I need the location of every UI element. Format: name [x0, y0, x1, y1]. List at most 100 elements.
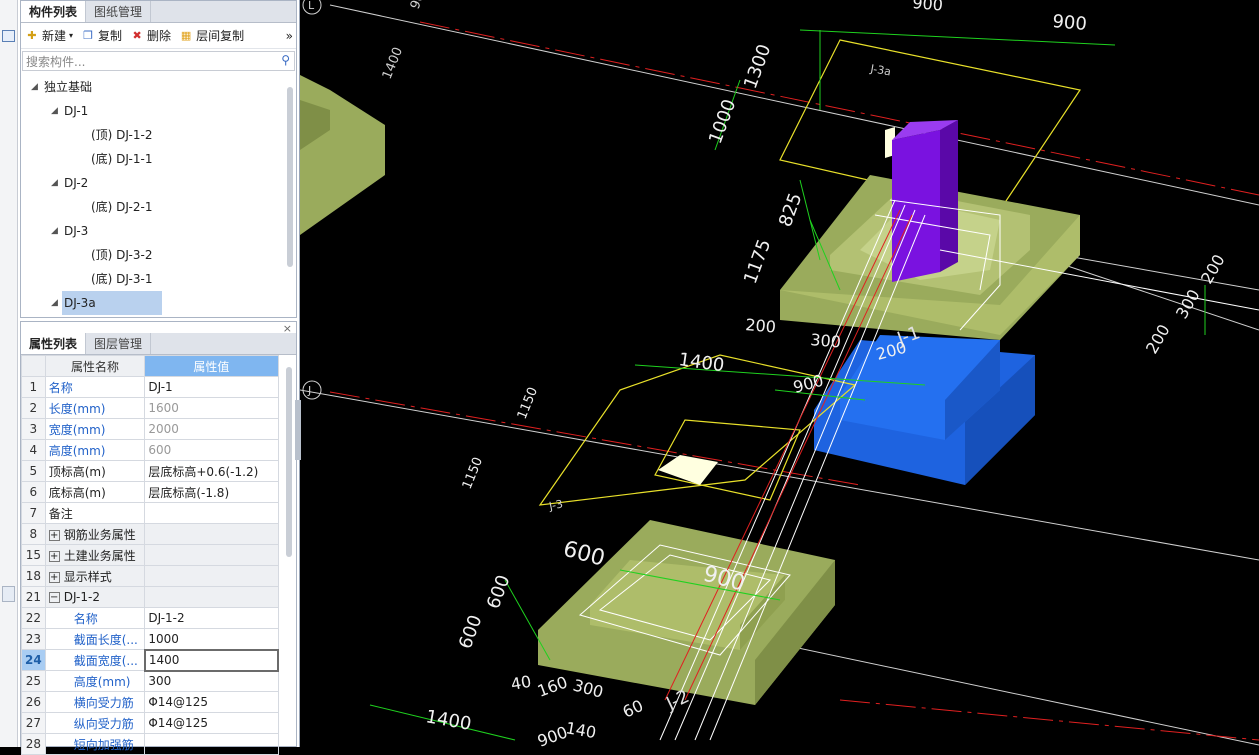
property-value[interactable]: Φ14@125 [144, 691, 279, 713]
new-label: 新建 [42, 29, 67, 43]
tab-layer-management[interactable]: 图层管理 [86, 333, 152, 354]
table-row[interactable]: 27 纵向受力筋 Φ14@125 [21, 712, 279, 734]
property-value[interactable]: 层底标高(-1.8) [144, 481, 279, 503]
expand-plus-icon[interactable]: + [48, 550, 60, 562]
copy-icon: ❐ [83, 28, 93, 42]
component-tree: ◢ 独立基础 ◢ DJ-1 (顶) DJ-1-2 (底) DJ-1-1 ◢ DJ-2 … [21, 73, 296, 315]
property-value[interactable]: 1000 [144, 628, 279, 650]
dim-text: 900 [535, 722, 570, 747]
table-row[interactable]: 4 高度(mm) 600 [21, 439, 279, 461]
group-value [144, 565, 279, 587]
expand-arrow-icon[interactable]: ◢ [51, 219, 58, 243]
tree-item-dj3[interactable]: ◢ DJ-3 [21, 219, 296, 243]
tree-item-dj2[interactable]: ◢ DJ-2 [21, 171, 296, 195]
tree-item-dj3-2[interactable]: (顶) DJ-3-2 [21, 243, 296, 267]
property-name: 顶标高(m) [44, 460, 146, 482]
group-label: 显示样式 [63, 569, 112, 584]
row-number: 6 [21, 481, 46, 503]
table-row[interactable]: 23 截面长度(... 1000 [21, 628, 279, 650]
property-tabs: 属性列表 图层管理 [21, 333, 296, 355]
property-value[interactable]: DJ-1-2 [144, 607, 279, 629]
dropdown-caret-icon: ▾ [69, 31, 74, 40]
row-number: 22 [21, 607, 46, 629]
row-number: 7 [21, 502, 46, 524]
property-value[interactable] [144, 733, 279, 755]
row-number: 25 [21, 670, 46, 692]
expand-arrow-icon[interactable]: ◢ [31, 75, 38, 99]
property-name: 截面长度(... [44, 628, 146, 650]
component-list-panel: 构件列表 图纸管理 ✚ 新建 ▾ ❐ 复制 ✖ 删除 ▦ 层间复制 » 搜索构件... ⚲… [20, 0, 297, 318]
property-value[interactable]: Φ14@125 [144, 712, 279, 734]
dim-text: 900 [1052, 11, 1088, 35]
table-row[interactable]: 5 顶标高(m) 层底标高+0.6(-1.2) [21, 460, 279, 482]
tree-item-dj3-1[interactable]: (底) DJ-3-1 [21, 267, 296, 291]
dock-icon-2[interactable] [2, 586, 15, 602]
group-value [144, 544, 279, 566]
tab-drawing-management[interactable]: 图纸管理 [86, 1, 152, 22]
property-value[interactable]: 2000 [144, 418, 279, 440]
property-scrollbar[interactable] [286, 367, 292, 557]
table-row[interactable]: 26 横向受力筋 Φ14@125 [21, 691, 279, 713]
property-value[interactable]: 1600 [144, 397, 279, 419]
dim-text: 300 [810, 330, 842, 352]
table-row[interactable]: 25 高度(mm) 300 [21, 670, 279, 692]
table-row-group[interactable]: 18 + 显示样式 [21, 565, 279, 587]
tree-label: DJ-3a [62, 291, 162, 315]
layer-copy-button[interactable]: ▦ 层间复制 [179, 27, 244, 44]
dim-text: 900 [791, 371, 825, 397]
tree-item-dj2-1[interactable]: (底) DJ-2-1 [21, 195, 296, 219]
expand-arrow-icon[interactable]: ◢ [51, 99, 58, 123]
property-value[interactable]: DJ-1 [144, 376, 279, 398]
property-value[interactable]: 300 [144, 670, 279, 692]
new-button[interactable]: ✚ 新建 ▾ [25, 27, 73, 44]
tree-item-dj1-1[interactable]: (底) DJ-1-1 [21, 147, 296, 171]
tab-component-list[interactable]: 构件列表 [21, 1, 87, 22]
expand-arrow-icon[interactable]: ◢ [51, 291, 58, 315]
more-button[interactable]: » [286, 29, 293, 43]
collapse-minus-icon[interactable]: − [48, 592, 60, 603]
cad-3d-viewport[interactable]: J-3a J-3 L J J-1 J-2 900 900 1300 1000 8… [300, 0, 1259, 747]
copy-button[interactable]: ❐ 复制 [81, 27, 122, 44]
property-value[interactable]: 600 [144, 439, 279, 461]
dim-text: 825 [775, 190, 806, 229]
footing-blue [814, 335, 1035, 485]
tree-item-dj1-2[interactable]: (顶) DJ-1-2 [21, 123, 296, 147]
dim-text: 200 [1142, 321, 1174, 357]
table-row[interactable]: 7 备注 [21, 502, 279, 524]
column-purple [892, 120, 958, 282]
table-row-group[interactable]: 15 + 土建业务属性 [21, 544, 279, 566]
component-search[interactable]: 搜索构件... ⚲ [22, 51, 295, 71]
table-row[interactable]: 2 长度(mm) 1600 [21, 397, 279, 419]
expand-arrow-icon[interactable]: ◢ [51, 171, 58, 195]
property-name: 短向加强筋 [44, 733, 146, 755]
row-number: 8 [21, 523, 46, 545]
table-row-group[interactable]: 8 + 钢筋业务属性 [21, 523, 279, 545]
dim-text: 1000 [705, 96, 740, 146]
table-row[interactable]: 6 底标高(m) 层底标高(-1.8) [21, 481, 279, 503]
property-value[interactable] [144, 502, 279, 524]
header-name: 属性名称 [44, 355, 146, 377]
tree-scrollbar[interactable] [287, 87, 293, 267]
tree-item-dj1[interactable]: ◢ DJ-1 [21, 99, 296, 123]
table-row[interactable]: 24 截面宽度(... 1400 [21, 648, 280, 672]
expand-plus-icon[interactable]: + [48, 529, 60, 541]
table-row[interactable]: 22 名称 DJ-1-2 [21, 607, 279, 629]
table-row-group[interactable]: 21− DJ-1-2 [21, 586, 279, 608]
row-number: 24 [21, 649, 46, 671]
table-row[interactable]: 28 短向加强筋 [21, 733, 279, 755]
property-value-editing[interactable]: 1400 [143, 648, 280, 672]
dim-text: 1400 [677, 349, 725, 376]
property-value[interactable]: 层底标高+0.6(-1.2) [144, 460, 279, 482]
delete-button[interactable]: ✖ 删除 [130, 27, 171, 44]
tree-item-dj3a[interactable]: ◢ DJ-3a [21, 291, 296, 315]
dock-icon[interactable] [2, 30, 15, 42]
table-row[interactable]: 3 宽度(mm) 2000 [21, 418, 279, 440]
search-icon[interactable]: ⚲ [281, 53, 290, 67]
tab-property-list[interactable]: 属性列表 [21, 333, 87, 354]
dim-text: 200 [1197, 251, 1229, 287]
table-row[interactable]: 1 名称 DJ-1 [21, 376, 279, 398]
dim-text: 60 [620, 696, 646, 722]
dim-text: 1175 [740, 236, 775, 286]
expand-plus-icon[interactable]: + [48, 571, 60, 583]
tree-root[interactable]: ◢ 独立基础 [21, 75, 296, 99]
